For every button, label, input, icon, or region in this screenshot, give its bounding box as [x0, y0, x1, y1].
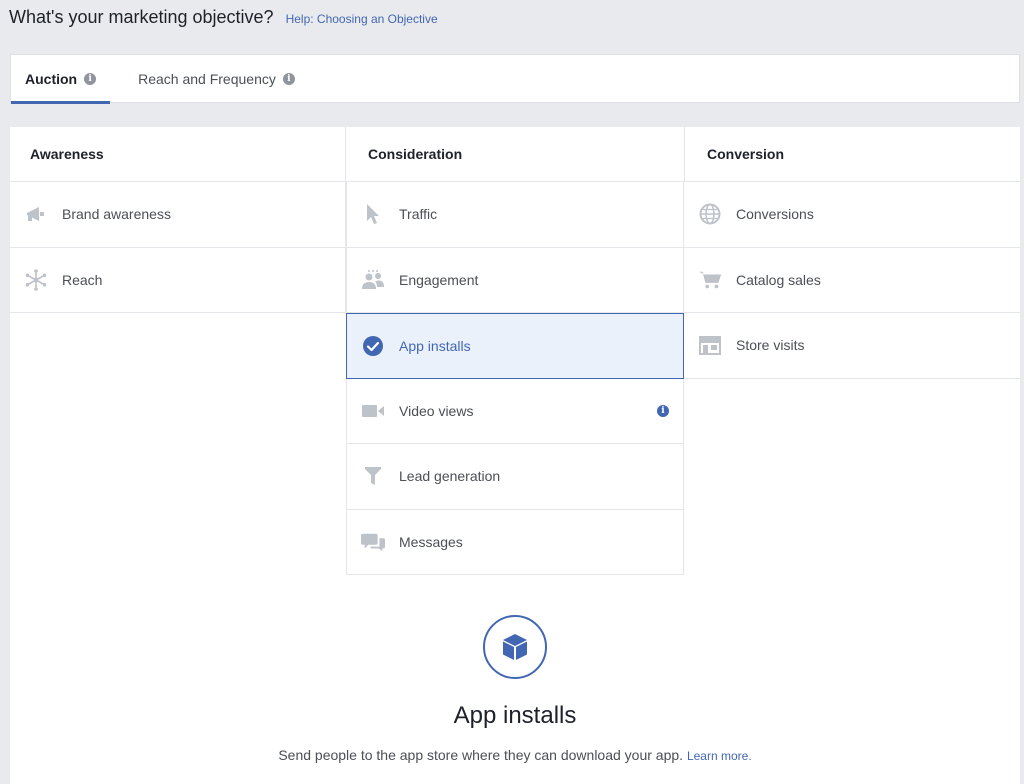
detail-description-text: Send people to the app store where they …	[278, 747, 684, 763]
objective-store-visits[interactable]: Store visits	[684, 313, 1020, 379]
objective-label: Engagement	[399, 271, 479, 288]
check-circle-icon	[361, 334, 385, 358]
tab-auction-label: Auction	[25, 71, 78, 87]
objective-catalog-sales[interactable]: Catalog sales	[684, 248, 1020, 313]
video-camera-icon	[361, 399, 385, 423]
objective-lead-generation[interactable]: Lead generation	[346, 444, 684, 510]
objective-brand-awareness[interactable]: Brand awareness	[10, 182, 346, 248]
cart-icon	[698, 268, 722, 292]
objective-label: Catalog sales	[736, 271, 821, 288]
column-header-conversion: Conversion	[684, 127, 1020, 182]
objective-messages[interactable]: Messages	[346, 509, 684, 575]
objective-panel: Awareness Brand awareness Reach Consider…	[10, 127, 1020, 784]
objective-label: Lead generation	[399, 468, 501, 485]
info-icon[interactable]: i	[84, 73, 97, 85]
detail-title: App installs	[453, 702, 577, 729]
tab-auction[interactable]: Auction i	[11, 55, 111, 104]
cube-icon	[483, 615, 547, 679]
column-header-consideration: Consideration	[346, 127, 684, 182]
tab-reach-frequency-label: Reach and Frequency	[138, 71, 276, 87]
objective-label: Traffic	[399, 206, 438, 223]
detail-description: Send people to the app store where they …	[265, 745, 765, 767]
column-header-awareness: Awareness	[10, 127, 346, 182]
learn-more-link[interactable]: Learn more.	[687, 749, 752, 763]
objective-reach[interactable]: Reach	[10, 247, 346, 313]
bidding-tabs: Auction i Reach and Frequency i	[10, 54, 1020, 104]
megaphone-icon	[24, 202, 48, 226]
objective-label: Store visits	[736, 337, 805, 354]
tab-reach-and-frequency[interactable]: Reach and Frequency i	[124, 55, 309, 103]
cursor-icon	[361, 202, 385, 226]
info-icon[interactable]: i	[282, 73, 295, 85]
page-header: What's your marketing objective? Help: C…	[0, 0, 1024, 40]
objective-label: Messages	[399, 533, 463, 550]
objective-engagement[interactable]: Engagement	[346, 247, 684, 313]
funnel-icon	[361, 464, 385, 488]
conversion-column: Conversion Conversions Catalog sales Sto…	[684, 127, 1020, 379]
objective-label: Reach	[62, 271, 103, 288]
people-icon	[361, 268, 385, 292]
objective-traffic[interactable]: Traffic	[346, 182, 684, 248]
objective-detail: App installs Send people to the app stor…	[10, 615, 1020, 767]
info-icon[interactable]: i	[657, 404, 669, 417]
reach-icon	[24, 268, 48, 292]
consideration-column: Consideration Traffic Engagement App ins…	[346, 127, 684, 575]
help-link[interactable]: Help: Choosing an Objective	[286, 12, 438, 26]
globe-icon	[698, 202, 722, 226]
awareness-column: Awareness Brand awareness Reach	[10, 127, 346, 313]
objective-label: Video views	[399, 402, 474, 419]
objective-video-views[interactable]: Video views i	[346, 378, 684, 444]
objective-label: Brand awareness	[62, 206, 171, 223]
page-title: What's your marketing objective?	[9, 7, 274, 27]
objective-label: Conversions	[736, 206, 814, 223]
objective-app-installs[interactable]: App installs	[346, 313, 684, 379]
store-icon	[698, 333, 722, 357]
objective-label: App installs	[399, 337, 471, 354]
objective-conversions[interactable]: Conversions	[684, 182, 1020, 248]
chat-bubbles-icon	[361, 530, 385, 554]
